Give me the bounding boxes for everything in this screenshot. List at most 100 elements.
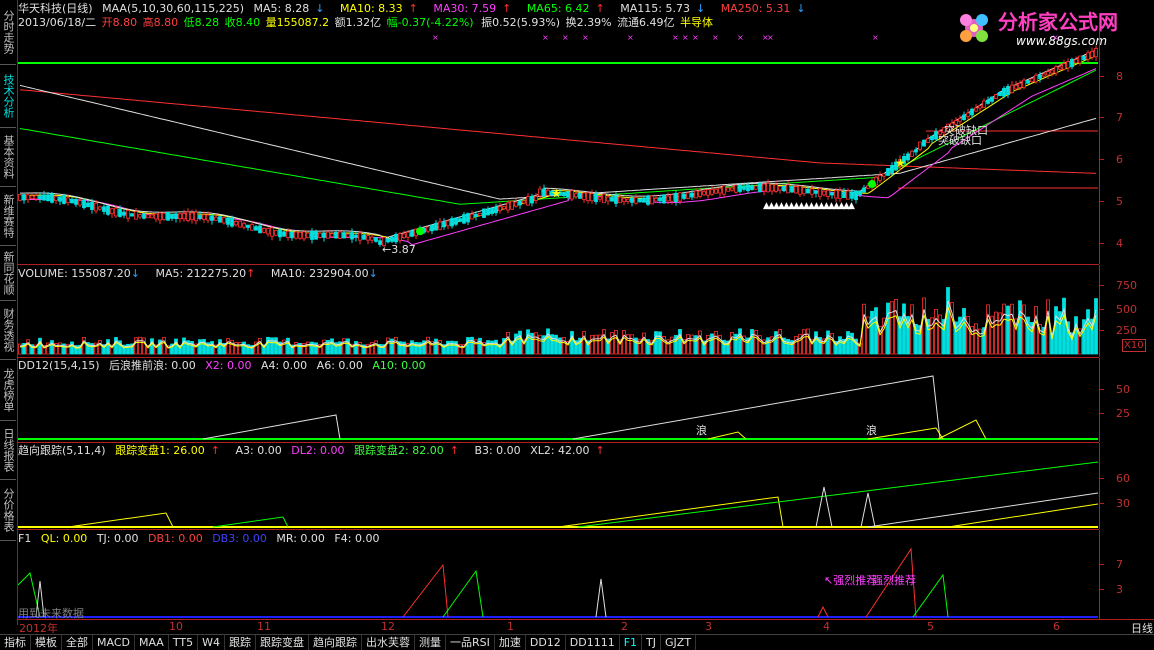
indicator-tab[interactable]: 模板 xyxy=(31,635,62,650)
indicator-tab[interactable]: MACD xyxy=(93,635,135,650)
volume-bar xyxy=(750,329,754,355)
candle-body xyxy=(426,226,430,232)
indicator-tab[interactable]: DD12 xyxy=(526,635,566,650)
candle-body xyxy=(222,217,226,224)
top-marker: × xyxy=(767,33,774,42)
quote-volume: 量155087.2 xyxy=(265,16,330,29)
volume-bar xyxy=(554,334,558,355)
price-chart[interactable]: ★★▲▲▲▲▲▲▲▲▲▲▲▲▲▲▲▲▲▲× × × × × × × × × × ×× × × xyxy=(18,30,1099,264)
side-tab-xinwei[interactable]: 新维赛特 xyxy=(0,187,16,246)
indicator-tab[interactable]: 一品RSI xyxy=(446,635,495,650)
volume-bar xyxy=(426,336,430,355)
candle-body xyxy=(234,221,238,226)
dd12-chart[interactable] xyxy=(18,372,1099,442)
side-tab-10jqka[interactable]: 新同花顺 xyxy=(0,246,16,301)
f1-tj: TJ: 0.00 xyxy=(96,532,139,545)
candle-body xyxy=(58,196,62,202)
candle-body xyxy=(502,206,506,210)
indicator-tab[interactable]: W4 xyxy=(198,635,225,650)
candle-body xyxy=(154,213,158,220)
volume-bar xyxy=(630,334,634,355)
volume-bar xyxy=(686,334,690,355)
candle-body xyxy=(38,195,42,199)
f1-line xyxy=(817,605,829,618)
candle-body xyxy=(834,190,838,199)
indicator-tab[interactable]: F1 xyxy=(620,635,643,650)
f1-title: F1 xyxy=(18,532,32,545)
volume-ma5: MA5: 212275.20 xyxy=(155,267,247,280)
date-label: 2 xyxy=(621,620,628,633)
candle-body xyxy=(98,206,102,210)
candle-body xyxy=(1010,84,1014,93)
top-marker: × xyxy=(542,33,549,42)
indicator-tab[interactable]: 加速 xyxy=(495,635,526,650)
indicator-tab-bar: 指标 模板 全部 MACD MAA TT5 W4 跟踪 跟踪变盘 趋向跟踪 出水芙蓉 测量 一品RSI 加… xyxy=(0,634,1154,650)
candle-body xyxy=(906,153,910,161)
candle-body xyxy=(614,195,618,204)
indicator-tab[interactable]: 测量 xyxy=(415,635,446,650)
side-tab-price-table[interactable]: 分价格表 xyxy=(0,480,16,541)
indicator-tab[interactable]: DD1111 xyxy=(566,635,620,650)
candle-body xyxy=(718,187,722,194)
side-tab-daily-report[interactable]: 日线报表 xyxy=(0,421,16,480)
candle-body xyxy=(970,108,974,116)
indicator-tab[interactable]: 全部 xyxy=(62,635,93,650)
candle-body xyxy=(390,236,394,242)
volume-header: VOLUME: 155087.20↓ MA5: 212275.20↑ MA10:… xyxy=(18,267,378,280)
candle-body xyxy=(574,193,578,198)
candle-body xyxy=(186,211,190,221)
side-tab-technical[interactable]: 技术分析 xyxy=(0,65,16,128)
side-tab-finance[interactable]: 财务透视 xyxy=(0,301,16,360)
volume-bar xyxy=(330,338,334,355)
indicator-tab[interactable]: GJZT xyxy=(661,635,697,650)
candle-body xyxy=(1026,80,1030,84)
candle-body xyxy=(758,182,762,193)
wave-line xyxy=(202,414,341,440)
side-tab-basic-info[interactable]: 基本资料 xyxy=(0,128,16,187)
candle-body xyxy=(438,221,442,230)
trend-line xyxy=(947,503,1099,528)
volume-bar xyxy=(806,328,810,355)
volume-bar xyxy=(106,339,110,355)
panel-divider xyxy=(17,264,1099,265)
side-tab-time-share[interactable]: 分时走势 xyxy=(0,0,16,65)
wave-line xyxy=(867,427,944,440)
volume-chart[interactable] xyxy=(18,280,1099,355)
quote-open: 开8.80 xyxy=(101,16,138,29)
volume-bar xyxy=(410,340,414,355)
f1-chart[interactable] xyxy=(18,545,1099,619)
trend-chart[interactable] xyxy=(18,457,1099,529)
indicator-tab[interactable]: 指标 xyxy=(0,635,31,650)
indicator-tab[interactable]: TT5 xyxy=(169,635,199,650)
candle-body xyxy=(106,205,110,215)
indicator-tab[interactable]: 趋向跟踪 xyxy=(309,635,362,650)
side-tab-dragon-tiger[interactable]: 龙虎榜单 xyxy=(0,360,16,421)
candle-body xyxy=(138,214,142,218)
indicator-tab[interactable]: MAA xyxy=(135,635,169,650)
volume-bar xyxy=(874,307,878,355)
dd12-header: DD12(15,4,15) 后浪推前浪: 0.00 X2: 0.00 A4: 0… xyxy=(18,359,432,373)
candle-body xyxy=(82,199,86,209)
candle-body xyxy=(926,138,930,143)
candle-body xyxy=(858,190,862,196)
indicator-tab[interactable]: 跟踪变盘 xyxy=(256,635,309,650)
candle-body xyxy=(878,175,882,181)
indicator-tab[interactable]: 出水芙蓉 xyxy=(362,635,415,650)
candle-body xyxy=(1006,86,1010,96)
candle-body xyxy=(726,187,730,192)
volume-bar xyxy=(274,337,278,355)
candle-body xyxy=(458,218,462,222)
volume-bar xyxy=(658,331,662,355)
candle-body xyxy=(814,190,818,194)
panel-divider xyxy=(17,529,1099,530)
volume-bar xyxy=(614,330,618,355)
f1-db3: DB3: 0.00 xyxy=(212,532,267,545)
volume-bar xyxy=(754,330,758,355)
candle-body xyxy=(626,198,630,202)
volume-bar xyxy=(902,303,906,355)
candle-body xyxy=(110,208,114,215)
indicator-tab[interactable]: 跟踪 xyxy=(225,635,256,650)
volume-bar xyxy=(322,339,326,355)
candle-body xyxy=(246,224,250,228)
indicator-tab[interactable]: TJ xyxy=(642,635,662,650)
